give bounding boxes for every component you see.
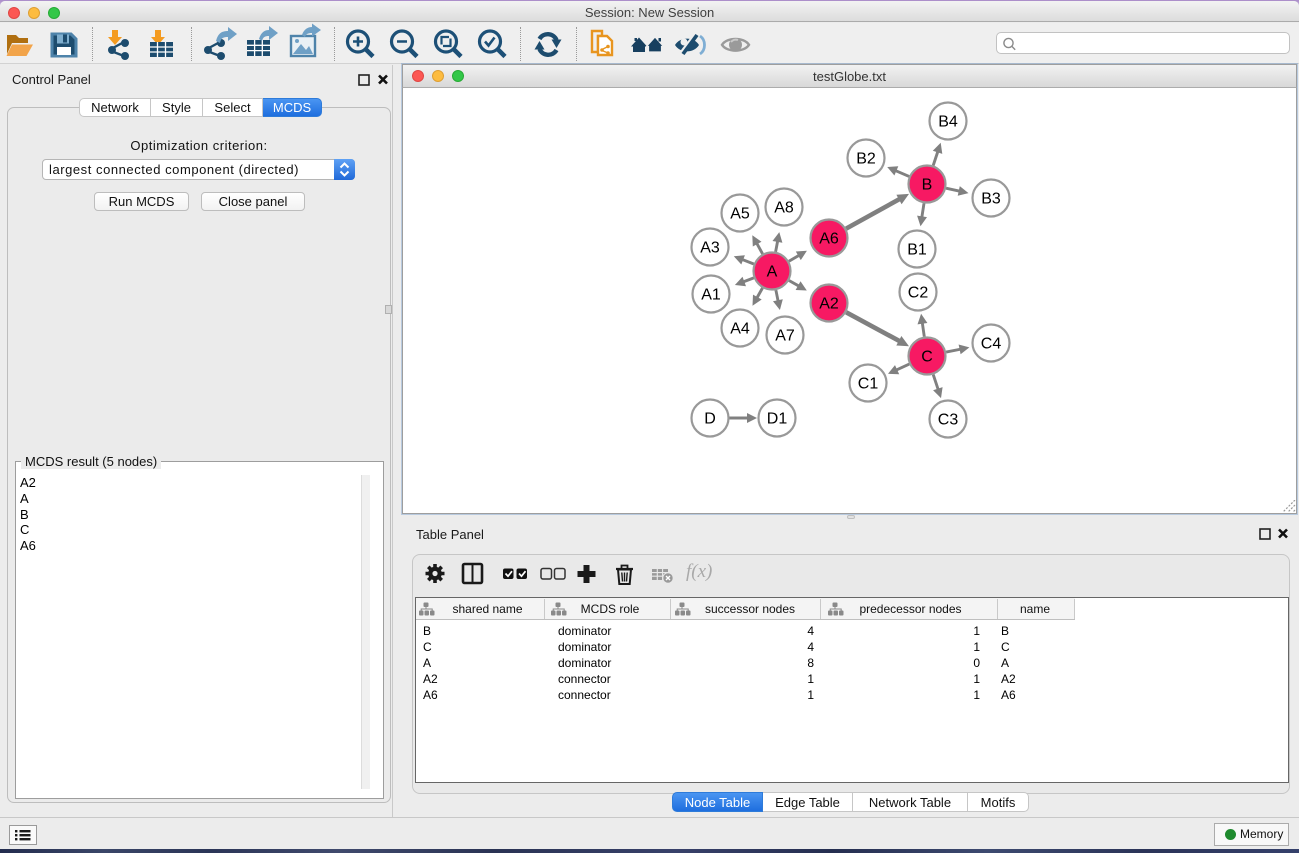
svg-text:D1: D1 xyxy=(767,411,788,428)
svg-text:A3: A3 xyxy=(700,240,720,257)
svg-text:A5: A5 xyxy=(730,206,750,223)
svg-text:C2: C2 xyxy=(908,285,929,302)
svg-text:A: A xyxy=(767,264,778,281)
svg-text:A7: A7 xyxy=(775,328,795,345)
svg-text:A1: A1 xyxy=(701,287,721,304)
svg-text:A8: A8 xyxy=(774,200,794,217)
svg-text:C: C xyxy=(921,349,933,366)
svg-text:D: D xyxy=(704,411,716,428)
svg-text:A4: A4 xyxy=(730,321,750,338)
svg-text:C3: C3 xyxy=(938,412,959,429)
svg-text:A6: A6 xyxy=(819,231,839,248)
svg-text:B1: B1 xyxy=(907,242,927,259)
svg-text:C1: C1 xyxy=(858,376,879,393)
svg-text:B4: B4 xyxy=(938,114,958,131)
svg-text:A2: A2 xyxy=(819,296,839,313)
svg-text:B3: B3 xyxy=(981,191,1001,208)
svg-text:B2: B2 xyxy=(856,151,876,168)
svg-text:C4: C4 xyxy=(981,336,1002,353)
svg-text:B: B xyxy=(922,177,933,194)
